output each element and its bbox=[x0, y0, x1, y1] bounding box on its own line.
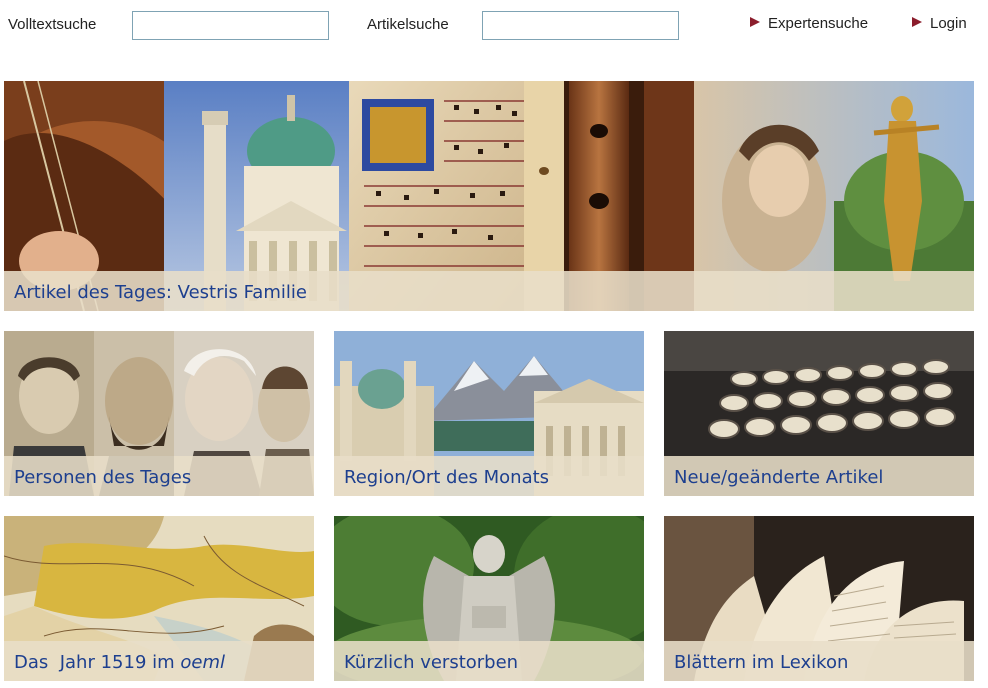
login-label: Login bbox=[930, 15, 967, 32]
expert-search-link[interactable]: Expertensuche bbox=[750, 15, 868, 32]
tile-title: Blättern im Lexikon bbox=[674, 652, 849, 673]
arrow-right-icon bbox=[912, 17, 922, 27]
region-of-the-month-tile[interactable]: Region/Ort des Monats bbox=[334, 331, 644, 496]
new-changed-articles-tile[interactable]: Neue/geänderte Artikel bbox=[664, 331, 974, 496]
article-search-input[interactable] bbox=[482, 11, 679, 40]
arrow-right-icon bbox=[750, 17, 760, 27]
article-of-the-day-title: Artikel des Tages: Vestris Familie bbox=[14, 282, 307, 303]
tile-title: Das Jahr 1519 im oeml bbox=[14, 652, 225, 673]
fulltext-search-label: Volltextsuche bbox=[8, 16, 97, 33]
year-1519-tile[interactable]: Das Jahr 1519 im oeml bbox=[4, 516, 314, 681]
article-search-label: Artikelsuche bbox=[367, 16, 449, 33]
tile-title: Personen des Tages bbox=[14, 467, 192, 488]
fulltext-search-input[interactable] bbox=[132, 11, 329, 40]
expert-search-label: Expertensuche bbox=[768, 15, 869, 32]
recently-deceased-tile[interactable]: Kürzlich verstorben bbox=[334, 516, 644, 681]
tile-title: Region/Ort des Monats bbox=[344, 467, 550, 488]
tile-title: Neue/geänderte Artikel bbox=[674, 467, 884, 488]
browse-lexicon-tile[interactable]: Blättern im Lexikon bbox=[664, 516, 974, 681]
article-of-the-day-banner[interactable]: Artikel des Tages: Vestris Familie bbox=[4, 81, 974, 311]
persons-of-the-day-tile[interactable]: Personen des Tages bbox=[4, 331, 314, 496]
tile-title: Kürzlich verstorben bbox=[344, 652, 519, 673]
login-link[interactable]: Login bbox=[912, 15, 967, 32]
